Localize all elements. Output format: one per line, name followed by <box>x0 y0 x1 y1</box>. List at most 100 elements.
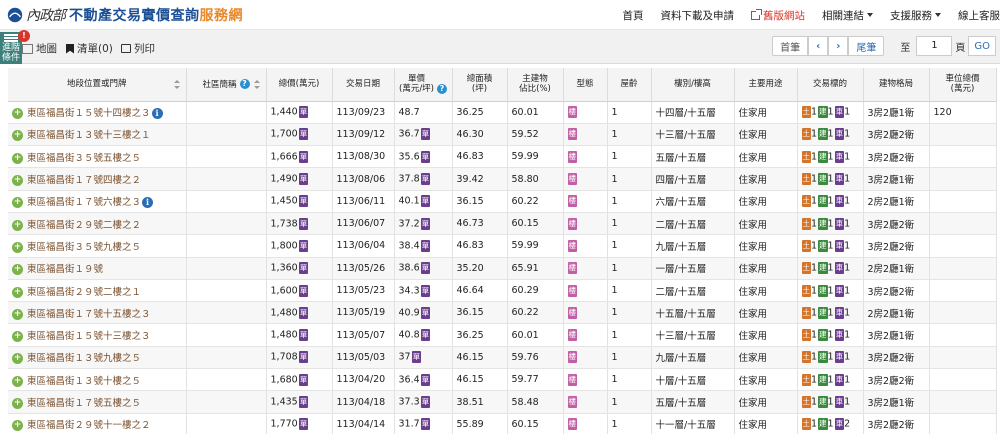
table-row[interactable]: + 東區福昌街１７號四樓之２ 1,490 單 113/08/06 37.8 單 39.42 58… <box>8 167 997 191</box>
detail-cube-icon[interactable]: 單 <box>298 217 309 230</box>
sort-icon[interactable] <box>253 80 260 89</box>
next-page-button[interactable]: › <box>828 36 849 56</box>
building-type-icon[interactable]: 樓 <box>567 329 577 342</box>
building-type-icon[interactable]: 樓 <box>567 173 577 186</box>
site-logo[interactable]: 內政部 不動產交易實價查詢 服務網 <box>6 5 243 25</box>
expand-icon[interactable]: + <box>12 331 23 343</box>
unit-price-note-icon[interactable]: 單 <box>420 284 431 297</box>
address-link[interactable]: 東區福昌街２９號十一樓之２ <box>27 420 151 431</box>
table-row[interactable]: + 東區福昌街１７號五樓之５ 1,435 單 113/04/18 37.3 單 38.51 58… <box>8 390 997 414</box>
unit-price-note-icon[interactable]: 單 <box>420 217 431 230</box>
address-link[interactable]: 東區福昌街２９號二樓之１ <box>27 287 141 298</box>
unit-price-note-icon[interactable]: 單 <box>420 195 431 208</box>
column-header-total-area[interactable]: 總面積 (坪) <box>452 68 508 102</box>
detail-cube-icon[interactable]: 單 <box>298 306 309 319</box>
table-row[interactable]: + 東區福昌街１７號十五樓之３ 1,480 單 113/05/19 40.9 單 36.15 6… <box>8 301 997 325</box>
detail-cube-icon[interactable]: 單 <box>298 150 309 163</box>
column-header-address[interactable]: 地段位置或門牌 <box>8 68 187 102</box>
address-link[interactable]: 東區福昌街１７號六樓之３ <box>27 197 141 208</box>
detail-cube-icon[interactable]: 單 <box>298 396 309 408</box>
page-number-input[interactable]: 1 <box>916 36 953 56</box>
column-header-layout[interactable]: 建物格局 <box>863 68 930 102</box>
unit-price-note-icon[interactable]: 單 <box>420 173 431 186</box>
unit-price-note-icon[interactable]: 單 <box>420 128 431 141</box>
building-type-icon[interactable]: 樓 <box>567 351 577 364</box>
sort-icon[interactable] <box>173 80 180 89</box>
column-header-main-use[interactable]: 主要用途 <box>734 68 798 102</box>
column-header-parking-price[interactable]: 車位總價 (萬元) <box>929 68 997 102</box>
detail-cube-icon[interactable]: 單 <box>298 195 309 208</box>
table-row[interactable]: + 東區福昌街２９號二樓之１ 1,600 單 113/05/23 34.3 單 46.64 60… <box>8 279 997 303</box>
help-icon[interactable]: ? <box>239 79 250 89</box>
detail-cube-icon[interactable]: 單 <box>298 418 309 431</box>
address-link[interactable]: 東區福昌街２９號二樓之２ <box>27 220 141 231</box>
address-link[interactable]: 東區福昌街１５號十四樓之３ <box>27 108 151 119</box>
unit-price-note-icon[interactable]: 單 <box>420 262 431 275</box>
table-row[interactable]: + 東區福昌街１７號六樓之３ i 1,450 單 113/06/11 40.1 單 36.15 6… <box>8 190 997 213</box>
column-header-floor[interactable]: 樓別/樓高 <box>651 68 735 102</box>
column-header-trade-date[interactable]: 交易日期 <box>332 68 395 102</box>
expand-icon[interactable]: + <box>12 152 23 164</box>
detail-cube-icon[interactable]: 單 <box>298 128 309 141</box>
expand-icon[interactable]: + <box>12 420 23 432</box>
building-type-icon[interactable]: 樓 <box>567 195 577 208</box>
expand-icon[interactable]: + <box>12 264 23 276</box>
nav-data-download[interactable]: 資料下載及申請 <box>661 8 735 23</box>
address-link[interactable]: 東區福昌街１５號十三樓之３ <box>27 331 151 342</box>
nav-related-links[interactable]: 相關連結 <box>822 8 873 23</box>
detail-cube-icon[interactable]: 單 <box>298 373 309 386</box>
building-type-icon[interactable]: 樓 <box>567 128 577 141</box>
table-row[interactable]: + 東區福昌街３５號五樓之５ 1,666 單 113/08/30 35.6 單 46.83 59… <box>8 145 997 169</box>
info-icon[interactable]: i <box>142 197 154 209</box>
table-row[interactable]: + 東區福昌街１３號十三樓之１ 1,700 單 113/09/12 36.7 單 46.30 5… <box>8 123 997 147</box>
column-header-community[interactable]: 社區簡稱? <box>186 68 267 102</box>
expand-icon[interactable]: + <box>12 197 23 209</box>
nav-home[interactable]: 首頁 <box>623 8 644 23</box>
first-page-button[interactable]: 首筆 <box>772 36 809 56</box>
building-type-icon[interactable]: 樓 <box>567 306 577 319</box>
table-row[interactable]: + 東區福昌街２９號十一樓之２ 1,770 單 113/04/14 31.7 單 55.89 6… <box>8 413 997 434</box>
table-row[interactable]: + 東區福昌街１５號十三樓之３ 1,480 單 113/05/07 40.8 單 36.25 6… <box>8 323 997 347</box>
expand-icon[interactable]: + <box>12 130 23 142</box>
unit-price-note-icon[interactable]: 單 <box>420 329 431 342</box>
table-row[interactable]: + 東區福昌街２９號二樓之２ 1,738 單 113/06/07 37.2 單 46.73 60… <box>8 212 997 236</box>
address-link[interactable]: 東區福昌街１７號十五樓之３ <box>27 309 151 320</box>
column-header-main-bldg-ratio[interactable]: 主建物 佔比(%) <box>507 68 564 102</box>
table-row[interactable]: + 東區福昌街１３號九樓之５ 1,708 單 113/05/03 37 單 46.15 59.7… <box>8 346 997 370</box>
building-type-icon[interactable]: 樓 <box>567 418 577 431</box>
address-link[interactable]: 東區福昌街１７號五樓之５ <box>27 398 141 409</box>
unit-price-note-icon[interactable]: 單 <box>420 239 431 252</box>
table-row[interactable]: + 東區福昌街１５號十四樓之３ i 1,440 單 113/09/23 48.7 36.25 6… <box>8 101 997 124</box>
map-view-button[interactable]: 地圖 <box>22 41 57 56</box>
building-type-icon[interactable]: 樓 <box>567 284 577 297</box>
building-type-icon[interactable]: 樓 <box>567 106 577 119</box>
building-type-icon[interactable]: 樓 <box>567 396 577 408</box>
expand-icon[interactable]: + <box>12 241 23 253</box>
detail-cube-icon[interactable]: 單 <box>298 284 309 297</box>
detail-cube-icon[interactable]: 單 <box>298 173 309 186</box>
nav-online-service[interactable]: 線上客服 <box>958 8 1000 23</box>
expand-icon[interactable]: + <box>12 108 23 120</box>
column-header-trade-target[interactable]: 交易標的 <box>797 68 864 102</box>
expand-icon[interactable]: + <box>12 398 23 409</box>
expand-icon[interactable]: + <box>12 353 23 365</box>
info-icon[interactable]: i <box>151 108 163 120</box>
table-row[interactable]: + 東區福昌街３５號九樓之５ 1,800 單 113/06/04 38.4 單 46.83 59… <box>8 234 997 258</box>
expand-icon[interactable]: + <box>12 175 23 187</box>
detail-cube-icon[interactable]: 單 <box>298 351 309 364</box>
address-link[interactable]: 東區福昌街１７號四樓之２ <box>27 175 141 186</box>
nav-old-site[interactable]: 舊版網站 <box>751 8 805 23</box>
expand-icon[interactable]: + <box>12 286 23 298</box>
unit-price-note-icon[interactable]: 單 <box>420 373 431 386</box>
address-link[interactable]: 東區福昌街１３號十樓之５ <box>27 376 141 387</box>
address-link[interactable]: 東區福昌街３５號五樓之５ <box>27 153 141 164</box>
building-type-icon[interactable]: 樓 <box>567 373 577 386</box>
table-row[interactable]: + 東區福昌街１３號十樓之５ 1,680 單 113/04/20 36.4 單 46.15 59… <box>8 368 997 392</box>
last-page-button[interactable]: 尾筆 <box>848 36 885 56</box>
table-row[interactable]: + 東區福昌街１９號 1,360 單 113/05/26 38.6 單 35.20 65.91 樓… <box>8 257 997 280</box>
expand-icon[interactable]: + <box>12 375 23 387</box>
column-header-unit-price[interactable]: 單價 (萬元/坪)? <box>394 68 453 102</box>
unit-price-note-icon[interactable]: 單 <box>420 150 431 163</box>
expand-icon[interactable]: + <box>12 219 23 231</box>
building-type-icon[interactable]: 樓 <box>567 262 577 275</box>
